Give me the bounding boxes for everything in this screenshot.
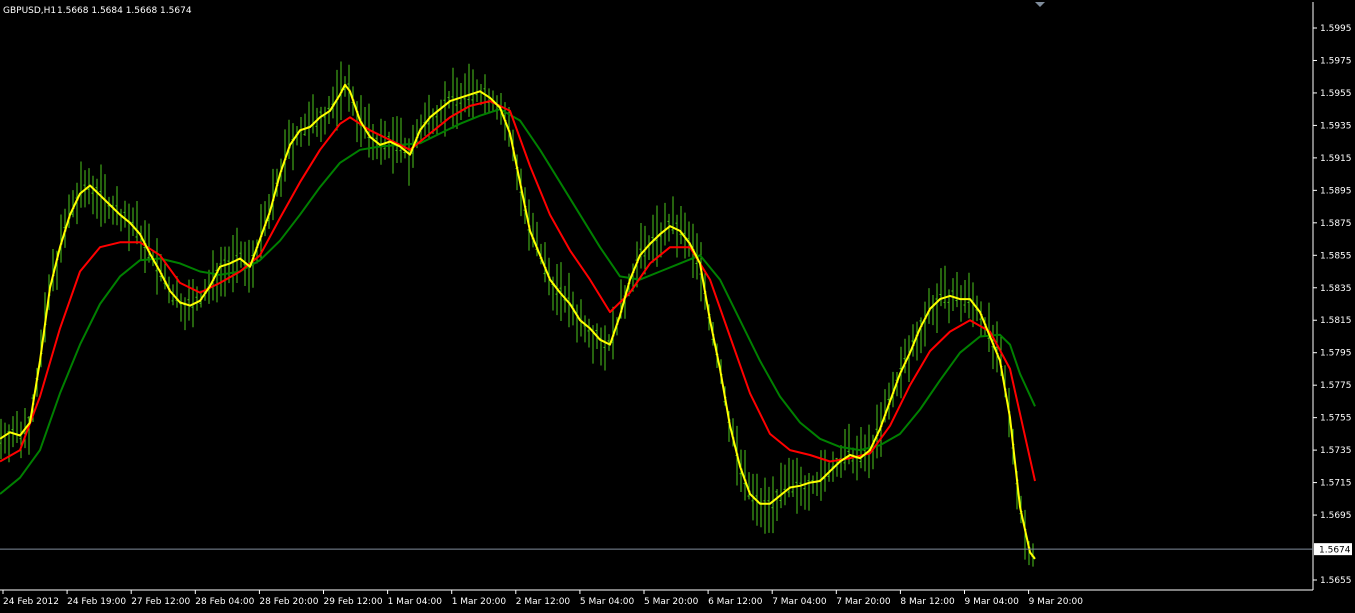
x-tick-label: 6 Mar 12:00 xyxy=(708,597,763,607)
y-tick-label: 1.5755 xyxy=(1320,414,1352,424)
x-tick-label: 29 Feb 12:00 xyxy=(324,597,383,607)
x-tick-label: 8 Mar 12:00 xyxy=(900,597,955,607)
x-tick-label: 28 Feb 04:00 xyxy=(195,597,254,607)
y-tick-label: 1.5875 xyxy=(1320,219,1352,229)
x-tick-label: 5 Mar 04:00 xyxy=(580,597,635,607)
x-tick-label: 7 Mar 04:00 xyxy=(772,597,827,607)
y-tick-label: 1.5935 xyxy=(1320,121,1352,131)
price-chart[interactable]: 1.5995 1.5975 1.5955 1.5935 1.5915 1.5895 1.58… xyxy=(0,0,1355,609)
y-tick-label: 1.5835 xyxy=(1320,284,1352,294)
x-tick-label: 7 Mar 20:00 xyxy=(836,597,891,607)
x-tick-label: 1 Mar 04:00 xyxy=(388,597,443,607)
y-tick-label: 1.5775 xyxy=(1320,381,1352,391)
x-tick-label: 5 Mar 20:00 xyxy=(644,597,699,607)
y-tick-label: 1.5855 xyxy=(1320,251,1352,261)
x-tick-label: 9 Mar 04:00 xyxy=(965,597,1020,607)
y-tick-label: 1.5975 xyxy=(1320,56,1352,66)
y-tick-label: 1.5955 xyxy=(1320,89,1352,99)
ohlc-readout: 1.5668 1.5684 1.5668 1.5674 xyxy=(57,6,192,16)
y-tick-label: 1.5895 xyxy=(1320,186,1352,196)
x-tick-label: 24 Feb 19:00 xyxy=(67,597,126,607)
y-tick-label: 1.5995 xyxy=(1320,24,1352,34)
y-tick-label: 1.5795 xyxy=(1320,349,1352,359)
x-tick-label: 24 Feb 2012 xyxy=(3,597,59,607)
y-tick-label: 1.5915 xyxy=(1320,154,1352,164)
y-tick-label: 1.5695 xyxy=(1320,511,1352,521)
x-tick-label: 28 Feb 20:00 xyxy=(259,597,318,607)
x-tick-label: 1 Mar 20:00 xyxy=(452,597,507,607)
y-tick-label: 1.5815 xyxy=(1320,316,1352,326)
current-price-label: 1.5674 xyxy=(1319,546,1351,556)
x-tick-label: 9 Mar 20:00 xyxy=(1029,597,1084,607)
x-tick-label: 2 Mar 12:00 xyxy=(516,597,571,607)
y-tick-label: 1.5715 xyxy=(1320,479,1352,489)
y-tick-label: 1.5655 xyxy=(1320,576,1352,586)
y-tick-label: 1.5735 xyxy=(1320,446,1352,456)
x-tick-label: 27 Feb 12:00 xyxy=(131,597,190,607)
chart-shift-marker-icon[interactable] xyxy=(1035,2,1045,7)
chart-header: GBPUSD,H1 xyxy=(3,6,56,16)
